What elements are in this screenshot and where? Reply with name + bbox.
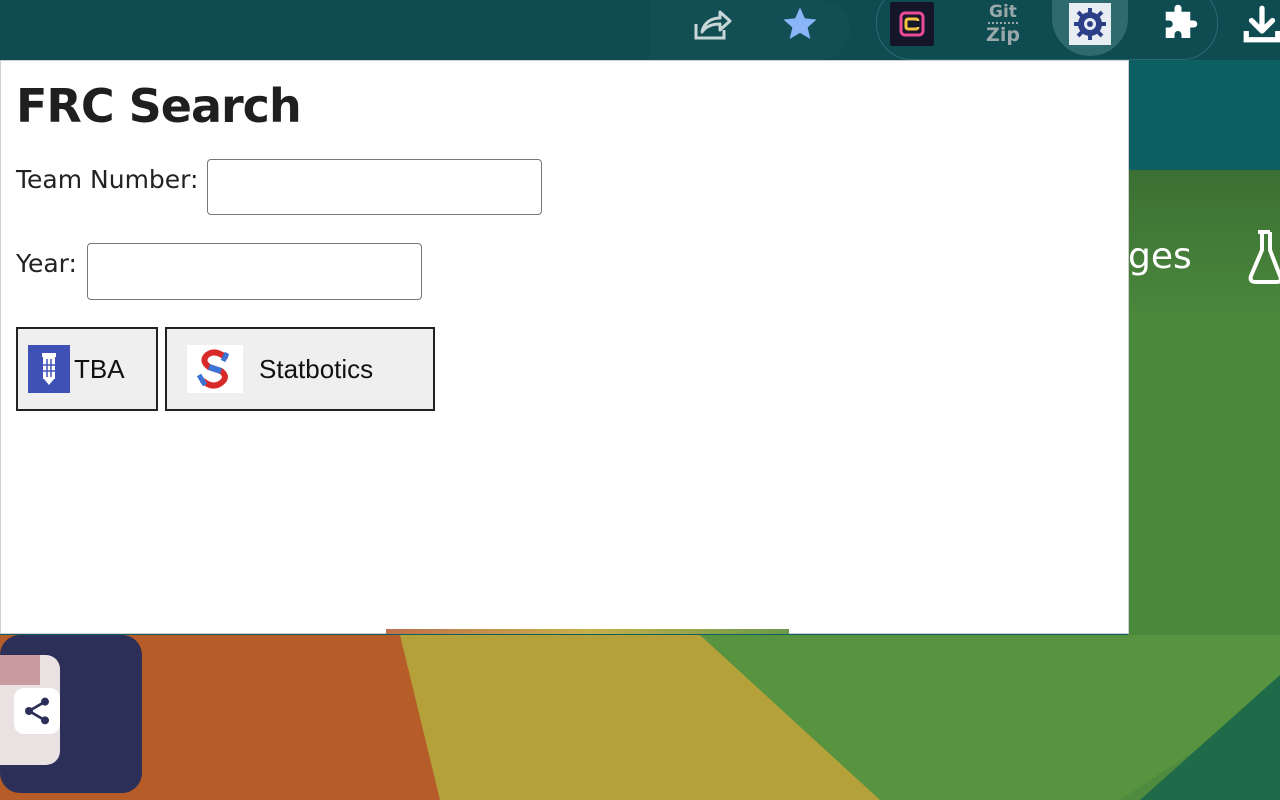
colorful-banner-graphic xyxy=(0,635,1280,800)
horizontal-scrollbar[interactable] xyxy=(386,629,789,634)
statbotics-logo-icon xyxy=(187,345,243,393)
statbotics-button-label: Statbotics xyxy=(259,353,374,384)
team-number-label: Team Number: xyxy=(16,165,199,194)
statbotics-button[interactable]: Statbotics xyxy=(165,327,435,411)
extension-popup: FRC Search Team Number: Year: TBA Statbo… xyxy=(0,60,1129,634)
frc-gear-extension-icon[interactable] xyxy=(1066,3,1114,45)
page-header-strip xyxy=(1128,60,1280,168)
page-title: FRC Search xyxy=(16,79,302,133)
gitzip-line2: Zip xyxy=(986,24,1020,46)
puzzle-icon[interactable] xyxy=(1154,4,1202,44)
gitzip-line1: Git xyxy=(989,2,1017,22)
tba-logo-icon xyxy=(28,345,70,393)
browser-toolbar: Git Zip xyxy=(0,0,1280,60)
tba-button[interactable]: TBA xyxy=(16,327,158,411)
download-icon[interactable] xyxy=(1238,4,1280,44)
flask-icon[interactable] xyxy=(1248,228,1280,292)
team-number-input[interactable] xyxy=(207,159,542,215)
share-node-icon[interactable] xyxy=(14,688,60,734)
star-icon[interactable] xyxy=(776,4,824,44)
page-nav-partial-text[interactable]: ges xyxy=(1128,236,1192,277)
extension-c-icon[interactable] xyxy=(888,2,936,46)
gitzip-icon[interactable]: Git Zip xyxy=(976,2,1030,46)
year-label: Year: xyxy=(16,249,77,278)
share-icon[interactable] xyxy=(688,4,736,44)
tba-button-label: TBA xyxy=(74,353,125,384)
year-input[interactable] xyxy=(87,243,422,300)
